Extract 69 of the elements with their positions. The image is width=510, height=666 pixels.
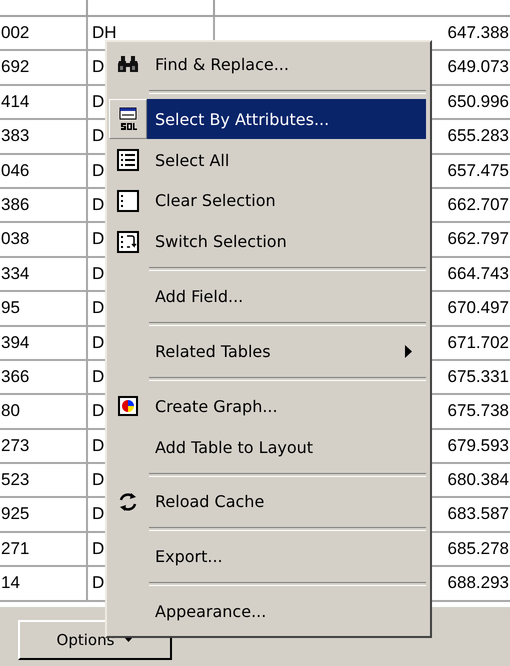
table-cell: D xyxy=(92,573,104,592)
sql-table-icon xyxy=(117,107,139,132)
list-icon xyxy=(117,149,139,172)
table-cell: 366 xyxy=(1,366,30,386)
table-cell: 002 xyxy=(1,23,30,42)
table-cell: D xyxy=(92,126,104,146)
table-cell: 273 xyxy=(1,436,30,455)
table-cell: 95 xyxy=(1,298,20,318)
table-cell: 649.073 xyxy=(448,57,509,76)
table-cell: 675.331 xyxy=(448,366,509,386)
switch-icon xyxy=(117,230,139,253)
table-cell: 670.497 xyxy=(448,298,509,318)
table-cell: D xyxy=(92,366,104,386)
table-cell: D xyxy=(92,504,104,524)
menu-item[interactable]: Select By Attributes... xyxy=(147,99,426,140)
table-cell: 383 xyxy=(1,126,30,146)
table-cell: 925 xyxy=(1,504,30,524)
table-cell: 394 xyxy=(1,332,30,352)
table-cell: 671.702 xyxy=(448,332,509,352)
table-cell: D xyxy=(92,401,104,420)
menu-item[interactable]: Export... xyxy=(147,536,426,577)
table-cell: 386 xyxy=(1,194,30,214)
dotted-list-icon xyxy=(117,190,139,212)
table-cell: 334 xyxy=(1,264,30,283)
table-cell: 80 xyxy=(1,401,20,420)
table-cell: 679.593 xyxy=(448,436,509,455)
table-cell: D xyxy=(92,229,104,248)
table-cell: D xyxy=(92,538,104,558)
table-cell: 650.996 xyxy=(448,92,509,111)
table-cell: 414 xyxy=(1,92,30,111)
table-cell: 680.384 xyxy=(448,470,509,490)
menu-item[interactable]: Create Graph... xyxy=(147,386,426,426)
table-cell: D xyxy=(92,470,104,490)
table-cell: 662.797 xyxy=(448,229,509,248)
table-cell: 664.743 xyxy=(448,264,509,283)
binoculars-icon xyxy=(117,55,139,74)
table-cell: DH xyxy=(92,23,117,42)
pie-chart-icon xyxy=(118,396,138,416)
table-cell: D xyxy=(92,92,104,111)
table-cell: 685.278 xyxy=(448,538,509,558)
table-cell: 038 xyxy=(1,229,30,248)
table-cell: D xyxy=(92,436,104,455)
table-cell: 14 xyxy=(1,573,20,592)
table-cell: 271 xyxy=(1,538,30,558)
menu-item[interactable]: Related Tables xyxy=(147,331,426,372)
table-cell: 692 xyxy=(1,57,30,76)
menu-item[interactable]: Add Field... xyxy=(147,276,426,317)
table-cell: 523 xyxy=(1,470,30,490)
menu-item[interactable]: Find & Replace... xyxy=(147,44,426,84)
menu-item[interactable]: Reload Cache xyxy=(147,482,426,522)
table-cell: D xyxy=(92,160,104,180)
table-cell: D xyxy=(92,298,104,318)
table-cell: 688.293 xyxy=(448,573,509,592)
table-cell: 662.707 xyxy=(448,194,509,214)
menu-item[interactable]: Switch Selection xyxy=(147,222,426,262)
table-cell: D xyxy=(92,332,104,352)
table-cell: 683.587 xyxy=(448,504,509,524)
table-cell: 655.283 xyxy=(448,126,509,146)
menu-item[interactable]: Clear Selection xyxy=(147,180,426,221)
table-cell: D xyxy=(92,264,104,283)
table-cell: 647.388 xyxy=(448,23,509,42)
table-cell: 046 xyxy=(1,160,30,180)
table-cell: 657.475 xyxy=(448,160,509,180)
menu-item[interactable]: Select All xyxy=(147,140,426,180)
table-cell: 675.738 xyxy=(448,401,509,420)
reload-icon xyxy=(118,490,138,513)
table-cell: D xyxy=(92,57,104,76)
table-cell: D xyxy=(92,194,104,214)
menu-item[interactable]: Add Table to Layout xyxy=(147,427,426,468)
